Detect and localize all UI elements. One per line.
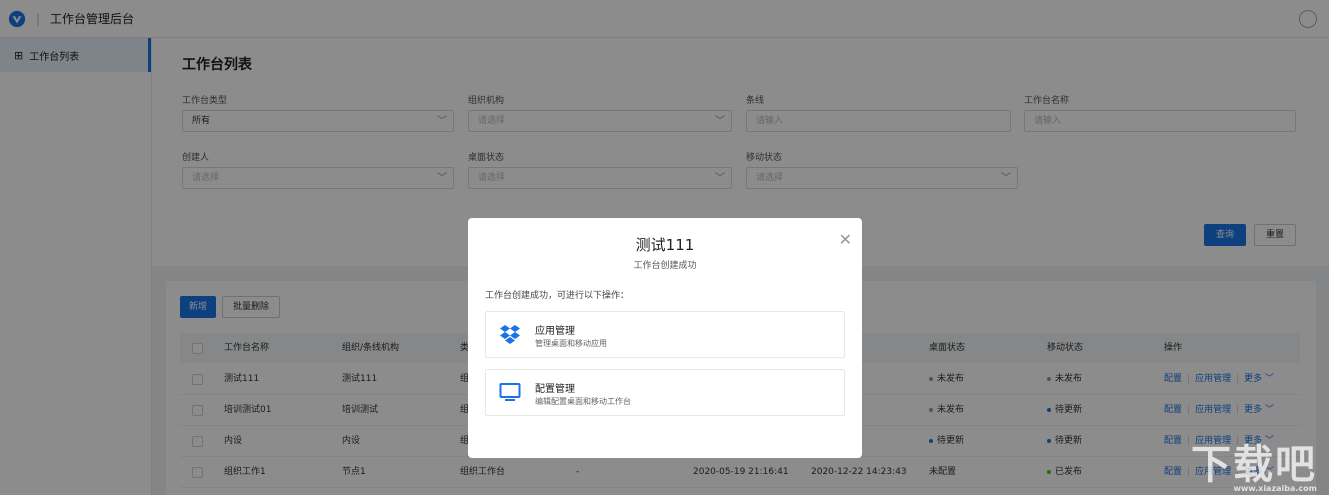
modal-title: 测试111: [635, 236, 695, 254]
watermark: 下载吧 www.xiazaiba.com: [1191, 432, 1317, 493]
success-modal: 测试111 工作台创建成功 ✕ 工作台创建成功，可进行以下操作： 应用管理 管理…: [468, 218, 862, 458]
option-title: 应用管理: [535, 326, 575, 337]
modal-message: 工作台创建成功，可进行以下操作：: [485, 291, 630, 301]
option-title: 配置管理: [535, 384, 575, 395]
app-manage-option[interactable]: 应用管理 管理桌面和移动应用: [485, 311, 845, 358]
close-icon[interactable]: ✕: [839, 230, 852, 249]
watermark-text: 下载吧: [1191, 442, 1317, 488]
dropbox-icon: [500, 325, 520, 344]
monitor-icon: [499, 383, 521, 401]
modal-subtitle: 工作台创建成功: [633, 261, 697, 271]
option-desc: 编辑配置桌面和移动工作台: [535, 397, 631, 406]
option-desc: 管理桌面和移动应用: [535, 339, 607, 348]
config-manage-option[interactable]: 配置管理 编辑配置桌面和移动工作台: [485, 369, 845, 416]
